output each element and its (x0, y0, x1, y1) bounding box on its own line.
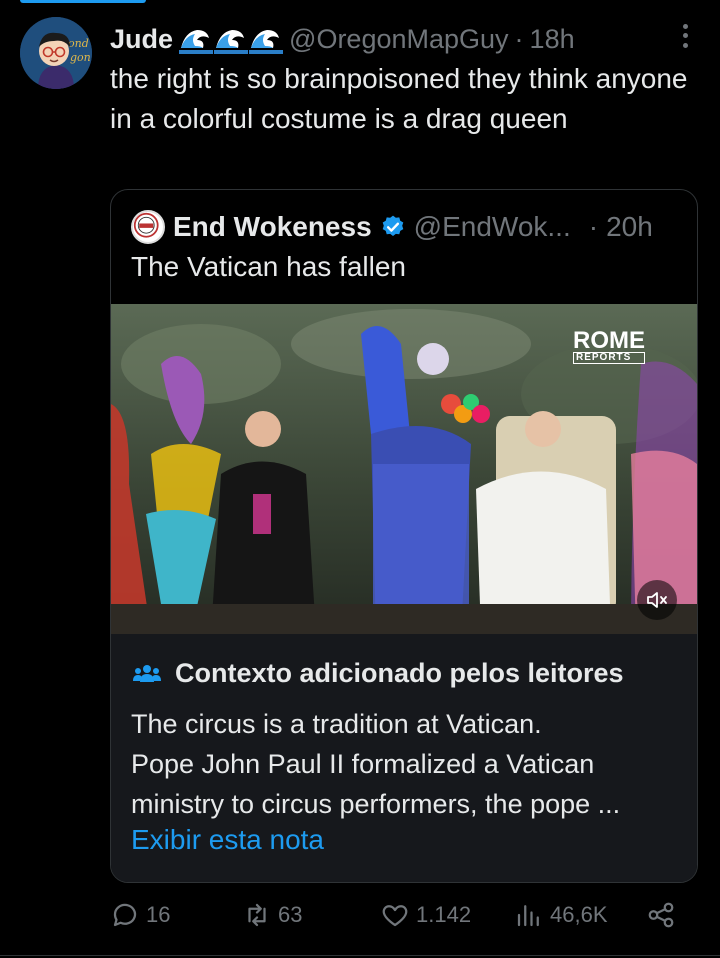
tweet[interactable]: ond gon Jude @OregonMapGuy · 18h the rig… (0, 0, 720, 958)
like-count: 1.142 (416, 902, 472, 927)
show-note-link[interactable]: Exibir esta nota (131, 824, 324, 856)
repost-count: 63 (278, 902, 303, 927)
watermark-main: ROME (573, 327, 645, 354)
more-options-icon[interactable] (676, 22, 694, 50)
note-body: The circus is a tradition at Vatican. Po… (131, 704, 681, 824)
quote-author-handle[interactable]: @EndWok... (414, 211, 571, 243)
speaker-muted-icon (647, 592, 667, 608)
repost-icon (248, 903, 266, 927)
video-player[interactable]: ROME REPORTS (111, 304, 697, 634)
quote-text: The Vatican has fallen (131, 251, 406, 282)
mute-button[interactable] (637, 580, 677, 620)
svg-text:ond: ond (68, 37, 89, 50)
reply-button[interactable]: 16 (110, 900, 170, 930)
quote-header: End Wokeness @EndWok... · 20h (131, 208, 653, 246)
views-button[interactable]: 46,6K (514, 900, 608, 930)
repost-button[interactable]: 63 (242, 900, 302, 930)
note-line: The circus is a tradition at Vatican. (131, 709, 542, 739)
tweet-header: Jude @OregonMapGuy · 18h (110, 22, 575, 56)
wave-emoji-icon (179, 24, 284, 54)
tweet-time[interactable]: 18h (530, 24, 575, 55)
tweet-text: the right is so brainpoisoned they think… (110, 63, 688, 134)
share-icon (648, 902, 674, 928)
action-bar: 16 63 1.142 46,6K (110, 900, 690, 936)
like-button[interactable]: 1.142 (380, 900, 471, 930)
quote-avatar[interactable] (131, 210, 165, 244)
quote-author-name[interactable]: End Wokeness (173, 211, 372, 243)
note-line: ministry to circus performers, the pope … (131, 789, 621, 819)
top-accent-bar (20, 0, 146, 3)
rome-reports-watermark: ROME REPORTS (573, 327, 645, 364)
quoted-tweet[interactable]: End Wokeness @EndWok... · 20h The Vatica… (110, 189, 698, 883)
note-line: Pope John Paul II formalized a Vatican (131, 749, 595, 779)
author-name[interactable]: Jude (110, 24, 173, 55)
author-avatar[interactable]: ond gon (20, 17, 92, 89)
people-icon (133, 664, 161, 682)
views-count: 46,6K (550, 902, 608, 927)
divider (0, 955, 720, 956)
quote-separator: · (588, 211, 599, 242)
avatar-icon: ond gon (20, 17, 92, 89)
reply-icon (113, 903, 137, 927)
share-button[interactable] (646, 900, 676, 930)
svg-text:gon: gon (70, 51, 91, 64)
author-handle[interactable]: @OregonMapGuy (289, 24, 509, 55)
note-title: Contexto adicionado pelos leitores (175, 658, 624, 688)
community-note[interactable]: Contexto adicionado pelos leitores The c… (111, 634, 697, 882)
verified-badge-icon (382, 215, 403, 236)
reply-count: 16 (146, 902, 171, 927)
heart-icon (382, 905, 408, 927)
quote-time[interactable]: 20h (606, 211, 653, 243)
header-separator: · (514, 23, 524, 54)
note-header: Contexto adicionado pelos leitores (133, 658, 624, 689)
views-chart-icon (517, 905, 539, 927)
